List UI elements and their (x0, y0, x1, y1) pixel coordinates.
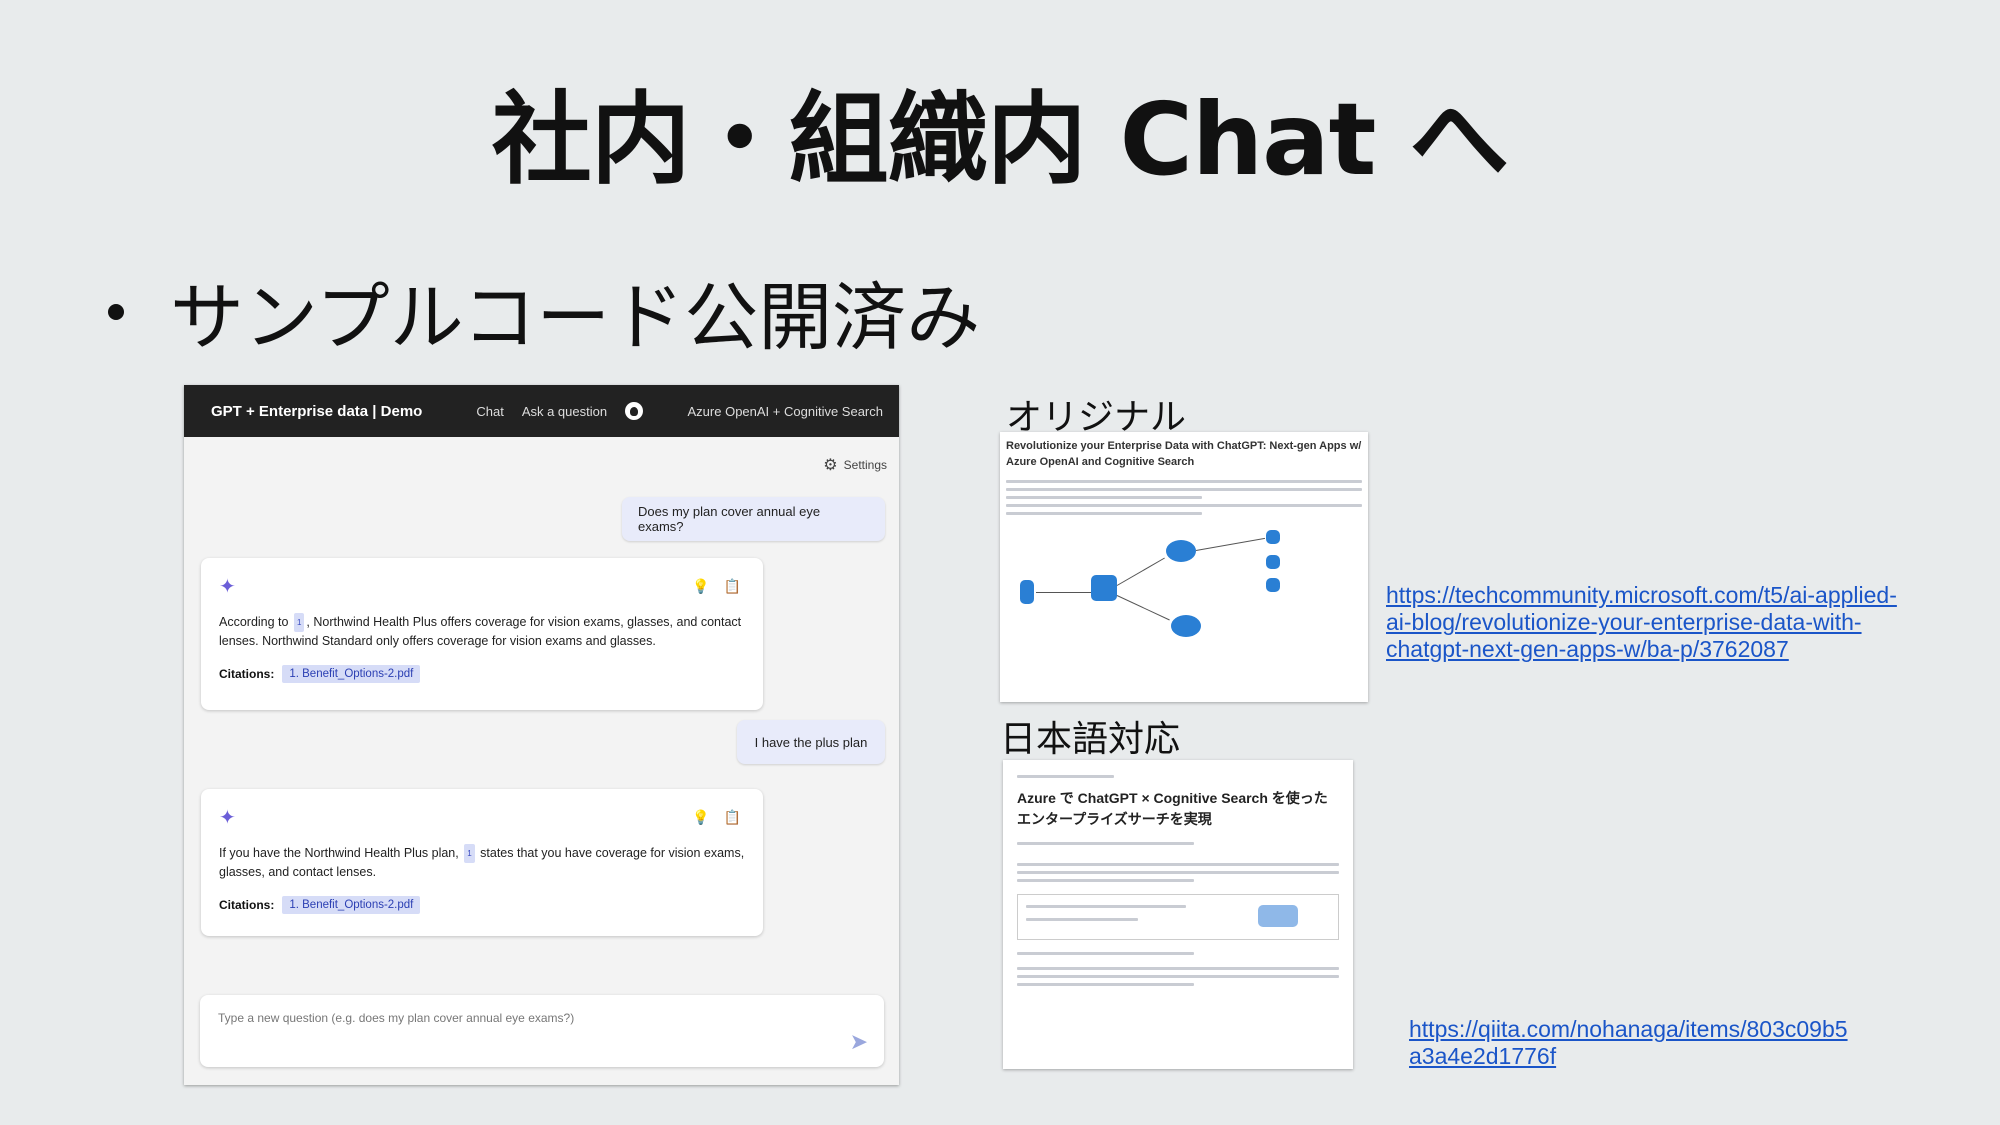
clipboard-icon[interactable]: 📋 (724, 578, 741, 595)
bullet-text: サンプルコード公開済み (170, 275, 981, 361)
text-line (1017, 863, 1339, 866)
connector-line (1116, 557, 1165, 586)
embedded-link-card[interactable] (1017, 894, 1339, 940)
bullet-item: サンプルコード公開済み (108, 258, 980, 365)
japanese-label: 日本語対応 (1000, 719, 1181, 760)
citation-marker[interactable]: 1 (464, 844, 475, 863)
original-article-title: Revolutionize your Enterprise Data with … (1006, 440, 1362, 468)
text-line (1006, 488, 1362, 491)
citation-chip[interactable]: 1. Benefit_Options-2.pdf (282, 896, 421, 914)
question-input[interactable]: Type a new question (e.g. does my plan c… (200, 995, 884, 1067)
text-line (1017, 975, 1339, 978)
settings-label: Settings (843, 458, 887, 472)
user-message: I have the plus plan (737, 720, 885, 764)
text-line (1006, 504, 1362, 507)
connector-line (1116, 595, 1170, 621)
text-line (1026, 918, 1138, 921)
app-server-icon (1091, 575, 1117, 601)
nav-chat[interactable]: Chat (476, 404, 503, 419)
card-actions: 💡 📋 (692, 578, 741, 595)
phone-icon (1020, 580, 1034, 604)
user-message-text: I have the plus plan (754, 734, 868, 750)
user-message-text: Does my plan cover annual eye exams? (638, 504, 821, 534)
text-line (1017, 967, 1339, 970)
lightbulb-icon[interactable]: 💡 (692, 578, 709, 595)
answer-text: If you have the Northwind Health Plus pl… (219, 844, 745, 882)
citations-label: Citations: (219, 667, 275, 681)
answer-text-part: According to (219, 615, 289, 629)
settings-button[interactable]: ⚙ Settings (823, 455, 887, 475)
text-line (1017, 775, 1114, 778)
connector-line (1195, 537, 1266, 551)
citations: Citations: 1. Benefit_Options-2.pdf (219, 896, 745, 914)
search-cloud-icon (1166, 540, 1196, 562)
lightbulb-icon[interactable]: 💡 (692, 809, 709, 826)
demo-brand[interactable]: GPT + Enterprise data | Demo (211, 403, 422, 420)
card-actions: 💡 📋 (692, 809, 741, 826)
article-body (1006, 480, 1362, 515)
japanese-article-link[interactable]: https://qiita.com/nohanaga/items/803c09b… (1409, 1016, 1859, 1070)
answer-text: According to 1, Northwind Health Plus of… (219, 613, 745, 651)
architecture-diagram (1006, 520, 1362, 650)
data-source-icon (1266, 530, 1280, 544)
text-line (1017, 952, 1195, 955)
diagram-thumbnail (1258, 905, 1298, 927)
text-line (1006, 496, 1202, 499)
sparkle-icon: ✦ (219, 807, 236, 829)
answer-text-part: If you have the Northwind Health Plus pl… (219, 846, 459, 860)
demo-header: GPT + Enterprise data | Demo Chat Ask a … (184, 385, 899, 437)
citation-marker[interactable]: 1 (293, 613, 305, 632)
send-icon[interactable]: ➤ (850, 1029, 868, 1055)
nav-ask-question[interactable]: Ask a question (522, 404, 607, 419)
sparkle-icon: ✦ (219, 576, 236, 598)
original-article-link[interactable]: https://techcommunity.microsoft.com/t5/a… (1386, 582, 1906, 663)
text-line (1006, 512, 1202, 515)
data-source-icon (1266, 578, 1280, 592)
japanese-article-title: Azure で ChatGPT × Cognitive Search を使ったエ… (1017, 790, 1328, 827)
citation-chip[interactable]: 1. Benefit_Options-2.pdf (282, 665, 421, 683)
question-input-placeholder: Type a new question (e.g. does my plan c… (218, 1011, 575, 1025)
text-line (1017, 871, 1339, 874)
text-line (1017, 842, 1195, 845)
user-message: Does my plan cover annual eye exams? (622, 497, 885, 541)
data-source-icon (1266, 555, 1280, 569)
text-line (1017, 983, 1195, 986)
connector-line (1036, 592, 1091, 593)
demo-service-label: Azure OpenAI + Cognitive Search (687, 403, 883, 419)
text-line (1006, 480, 1362, 483)
text-line (1017, 879, 1195, 882)
slide-title: 社内・組織内 Chat へ (491, 81, 1510, 198)
original-article-thumbnail[interactable]: Revolutionize your Enterprise Data with … (1000, 432, 1368, 702)
clipboard-icon[interactable]: 📋 (724, 809, 741, 826)
answer-card: ✦ 💡 📋 According to 1, Northwind Health P… (201, 558, 763, 710)
bullet-dot (108, 303, 124, 320)
text-line (1026, 905, 1186, 908)
demo-app-screenshot: GPT + Enterprise data | Demo Chat Ask a … (184, 385, 899, 1085)
citations: Citations: 1. Benefit_Options-2.pdf (219, 665, 745, 683)
answer-card: ✦ 💡 📋 If you have the Northwind Health P… (201, 789, 763, 936)
github-icon[interactable] (625, 402, 644, 420)
citations-label: Citations: (219, 898, 275, 912)
demo-nav: Chat Ask a question (476, 402, 644, 420)
openai-cloud-icon (1171, 615, 1201, 637)
japanese-article-thumbnail[interactable]: Azure で ChatGPT × Cognitive Search を使ったエ… (1003, 760, 1353, 1069)
article-body (1017, 842, 1339, 986)
gear-icon: ⚙ (823, 457, 838, 474)
